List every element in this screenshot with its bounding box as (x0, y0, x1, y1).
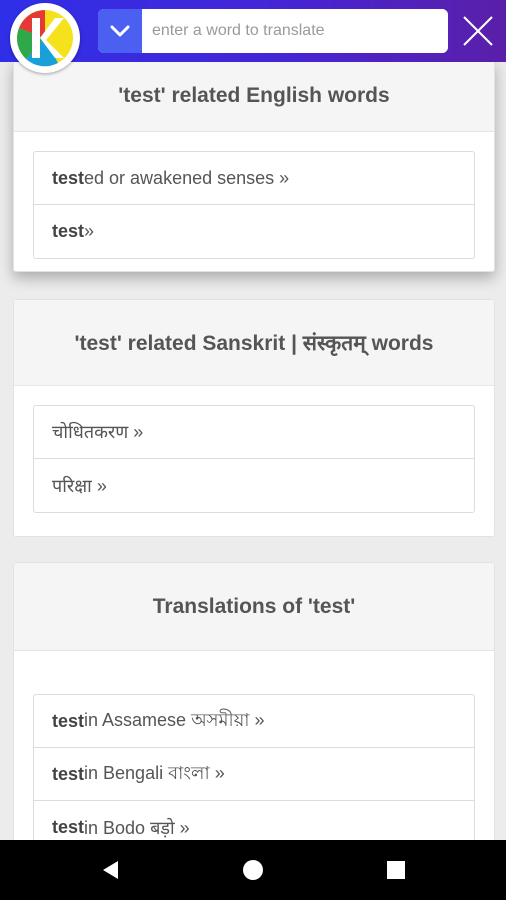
back-icon (103, 861, 118, 879)
home-button[interactable] (223, 840, 283, 900)
english-words-card: 'test' related English words test ed or a… (13, 62, 495, 272)
item-bold-word: test (52, 710, 85, 731)
close-icon (463, 16, 493, 46)
card-title: 'test' related English words (14, 62, 494, 132)
item-bold-word: test (52, 763, 85, 784)
item-bold-word: test (52, 817, 85, 837)
search-input[interactable] (142, 9, 448, 53)
sanskrit-words-list: चोधितकरण » परिक्षा » (33, 405, 475, 513)
item-text: in Assamese অসমীয়া » (84, 709, 265, 730)
item-text: ed or awakened senses » (84, 167, 290, 188)
list-item[interactable]: परिक्षा » (34, 459, 474, 512)
close-button[interactable] (456, 8, 500, 54)
list-item[interactable]: test in Bengali বাংলা » (34, 748, 474, 801)
item-text: in Bengali বাংলা » (84, 762, 225, 783)
english-words-list: test ed or awakened senses » test » (33, 151, 475, 259)
list-item[interactable]: test in Assamese অসমীয়া » (34, 695, 474, 748)
navigation-bar (0, 840, 506, 900)
translations-list: test in Assamese অসমীয়া » test in Benga… (33, 694, 475, 840)
list-item[interactable]: test ed or awakened senses » (34, 152, 474, 205)
recents-icon (387, 861, 405, 879)
chevron-down-icon (110, 25, 130, 37)
card-title: 'test' related Sanskrit | संस्कृतम् word… (14, 300, 494, 386)
top-bar (0, 0, 506, 73)
recents-button[interactable] (366, 840, 426, 900)
item-text: » (84, 221, 95, 241)
list-item[interactable]: चोधितकरण » (34, 406, 474, 459)
item-bold-word: test (52, 167, 85, 188)
search-bar (98, 9, 448, 53)
item-bold-word: test (52, 221, 85, 241)
back-button[interactable] (81, 840, 141, 900)
content-area[interactable]: 'test' related English words test ed or a… (0, 62, 506, 840)
card-title: Translations of 'test' (14, 563, 494, 651)
sanskrit-words-card: 'test' related Sanskrit | संस्कृतम् word… (13, 299, 495, 537)
list-item[interactable]: test in Bodo बड़ो » (34, 801, 474, 840)
home-icon (243, 860, 263, 880)
translations-card: Translations of 'test' test in Assamese … (13, 562, 495, 840)
list-item[interactable]: test » (34, 205, 474, 258)
item-text: परिक्षा » (52, 475, 107, 496)
item-text: in Bodo बड़ो » (84, 817, 190, 838)
language-dropdown-button[interactable] (98, 9, 142, 53)
item-text: चोधितकरण » (52, 422, 144, 442)
k-logo-icon[interactable] (10, 3, 80, 73)
